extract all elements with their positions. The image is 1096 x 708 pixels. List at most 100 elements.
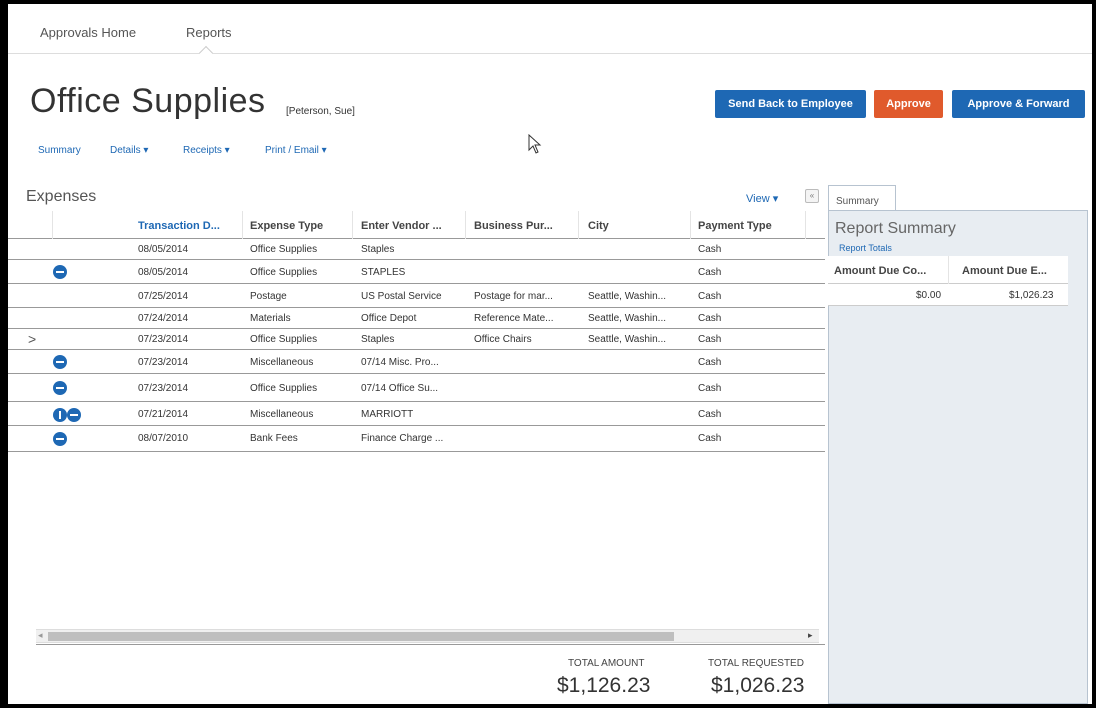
column-divider [948,256,949,284]
summary-table-header: Amount Due Co... Amount Due E... [828,256,1068,284]
table-row[interactable]: 08/05/2014 Office Supplies STAPLES Cash [8,260,825,284]
receipt-icon[interactable] [53,432,67,446]
table-row[interactable]: 07/24/2014 Materials Office Depot Refere… [8,308,825,329]
mouse-cursor-icon [528,134,542,154]
cell-date: 07/24/2014 [138,313,189,324]
column-divider [578,211,579,239]
table-row[interactable]: 07/25/2014 Postage US Postal Service Pos… [8,284,825,308]
expenses-grid: Transaction D... Expense Type Enter Vend… [8,211,825,452]
chevron-right-icon: > [28,331,37,347]
cell-date: 08/05/2014 [138,267,189,278]
approve-forward-button[interactable]: Approve & Forward [952,90,1085,118]
cell-type: Miscellaneous [250,409,314,420]
receipt-icon[interactable] [53,381,67,395]
col-business-purpose[interactable]: Business Pur... [474,220,553,232]
cell-payment: Cash [698,313,722,324]
cell-city: Seattle, Washin... [588,313,666,324]
amount-due-employee-value: $1,026.23 [1009,290,1054,301]
col-transaction-date[interactable]: Transaction D... [138,220,220,232]
column-divider [690,211,691,239]
table-row[interactable]: 07/23/2014 Miscellaneous 07/14 Misc. Pro… [8,350,825,374]
cell-date: 08/07/2010 [138,433,189,444]
table-row[interactable]: 07/21/2014 Miscellaneous MARRIOTT Cash [8,402,825,426]
report-summary-title: Report Summary [835,220,956,237]
receipt-icon[interactable] [67,408,81,422]
totals-bar [36,644,825,704]
scroll-right-arrow-icon[interactable]: ▸ [808,630,813,641]
summary-table: Amount Due Co... Amount Due E... $0.00 $… [828,256,1068,306]
cell-city: Seattle, Washin... [588,334,666,345]
cell-purpose: Office Chairs [474,334,532,345]
cell-payment: Cash [698,433,722,444]
cell-date: 07/23/2014 [138,383,189,394]
info-icon[interactable] [53,408,67,422]
table-row[interactable]: 07/23/2014 Office Supplies 07/14 Office … [8,374,825,402]
cell-payment: Cash [698,334,722,345]
app-window: Approvals Home Reports Office Supplies [… [8,4,1092,704]
cell-vendor: STAPLES [361,267,406,278]
horizontal-scrollbar[interactable] [36,629,819,643]
cell-vendor: US Postal Service [361,291,442,302]
cell-payment: Cash [698,409,722,420]
cell-payment: Cash [698,267,722,278]
cell-payment: Cash [698,357,722,368]
approve-button[interactable]: Approve [874,90,943,118]
subnav-details[interactable]: Details ▾ [110,145,148,156]
cell-date: 07/25/2014 [138,291,189,302]
cell-type: Miscellaneous [250,357,314,368]
subnav-print-email[interactable]: Print / Email ▾ [265,145,327,156]
cell-type: Postage [250,291,287,302]
send-back-button[interactable]: Send Back to Employee [715,90,866,118]
cell-date: 07/23/2014 [138,357,189,368]
subnav-summary[interactable]: Summary [38,145,81,156]
receipt-icon[interactable] [53,355,67,369]
cell-type: Office Supplies [250,334,318,345]
col-amount-due-company[interactable]: Amount Due Co... [834,265,926,277]
total-amount-label: TOTAL AMOUNT [568,658,645,669]
column-divider [242,211,243,239]
cell-payment: Cash [698,383,722,394]
summary-row: $0.00 $1,026.23 [828,284,1068,306]
cell-vendor: Finance Charge ... [361,433,444,444]
col-payment-type[interactable]: Payment Type [698,220,772,232]
col-vendor[interactable]: Enter Vendor ... [361,220,442,232]
col-amount-due-employee[interactable]: Amount Due E... [962,265,1047,277]
table-row[interactable]: 08/07/2010 Bank Fees Finance Charge ... … [8,426,825,452]
column-divider [465,211,466,239]
scrollbar-thumb[interactable] [48,632,674,641]
cell-date: 07/23/2014 [138,334,189,345]
collapse-panel-button[interactable]: « [805,189,819,203]
table-row[interactable]: 08/05/2014 Office Supplies Staples Cash [8,239,825,260]
cell-vendor: MARRIOTT [361,409,414,420]
employee-name: [Peterson, Sue] [286,106,355,117]
cell-vendor: Office Depot [361,313,417,324]
nav-approvals-home[interactable]: Approvals Home [40,25,136,40]
view-menu[interactable]: View ▾ [746,192,778,205]
cell-payment: Cash [698,244,722,255]
col-city[interactable]: City [588,220,609,232]
cell-vendor: Staples [361,244,395,255]
grid-header: Transaction D... Expense Type Enter Vend… [8,211,825,239]
total-requested-label: TOTAL REQUESTED [708,658,804,669]
report-totals-link[interactable]: Report Totals [839,243,892,253]
page-title: Office Supplies [30,82,266,120]
expenses-title: Expenses [26,188,97,205]
total-amount-value: $1,126.23 [557,674,651,697]
tab-summary[interactable]: Summary [828,185,896,212]
column-divider [52,211,53,239]
scroll-left-arrow-icon[interactable]: ◂ [38,630,43,641]
cell-purpose: Reference Mate... [474,313,554,324]
col-expense-type[interactable]: Expense Type [250,220,323,232]
column-divider [352,211,353,239]
top-nav: Approvals Home Reports [8,4,1092,61]
cell-type: Office Supplies [250,267,318,278]
table-row-selected[interactable]: > 07/23/2014 Office Supplies Staples Off… [8,329,825,350]
cell-city: Seattle, Washin... [588,291,666,302]
active-nav-caret-icon [198,45,214,61]
total-requested-value: $1,026.23 [711,674,805,697]
amount-due-company-value: $0.00 [916,290,942,301]
subnav-receipts[interactable]: Receipts ▾ [183,145,230,156]
receipt-icon[interactable] [53,265,67,279]
cell-type: Office Supplies [250,383,318,394]
nav-reports[interactable]: Reports [186,25,232,40]
